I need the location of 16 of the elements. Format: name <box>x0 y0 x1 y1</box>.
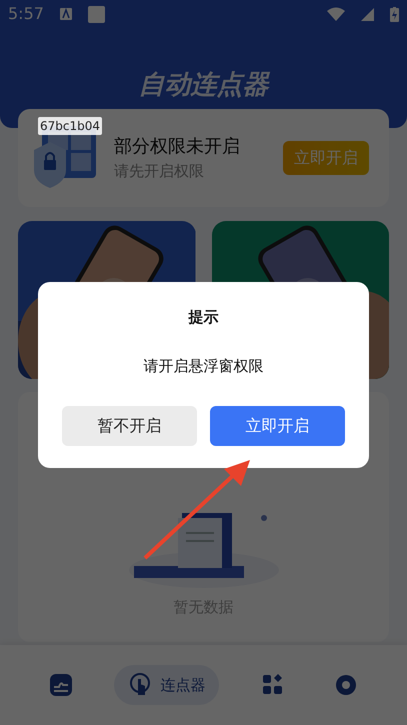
wifi-icon <box>327 7 345 21</box>
dialog-title: 提示 <box>188 307 218 328</box>
signal-icon <box>361 8 374 20</box>
dialog-message: 请开启悬浮窗权限 <box>144 356 264 376</box>
confirm-button[interactable]: 立即开启 <box>210 406 345 446</box>
clock-time: 5:57 <box>8 3 44 25</box>
chart-icon <box>48 673 73 698</box>
nav-tab[interactable]: 连点器 <box>114 665 220 705</box>
app-title: 自动连点器 <box>138 69 271 102</box>
tap-icon <box>128 673 152 697</box>
notification-icon <box>88 6 105 22</box>
card-title: 部分权限未开启 <box>114 135 241 160</box>
cancel-button[interactable]: 暂不开启 <box>62 406 197 446</box>
circle-icon <box>334 673 358 698</box>
battery-icon <box>390 6 399 22</box>
code-text: 67bc1b04 <box>38 117 102 135</box>
